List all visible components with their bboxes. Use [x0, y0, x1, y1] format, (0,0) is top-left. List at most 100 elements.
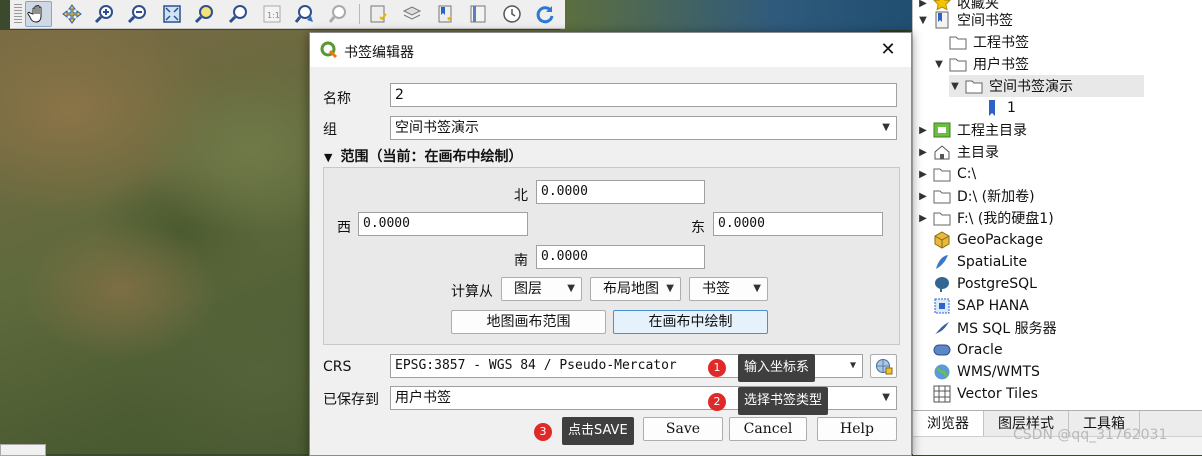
show-bookmarks-icon[interactable]	[398, 1, 425, 27]
tree-item-spatial-bookmarks[interactable]: ▼ 空间书签	[917, 9, 1013, 31]
north-label: 北	[514, 188, 528, 204]
north-field[interactable]: 0.0000	[536, 180, 705, 204]
collapse-arrow-icon[interactable]: ▶	[917, 191, 929, 202]
collapse-arrow-icon[interactable]: ▶	[917, 0, 929, 9]
bookmark-icon	[983, 99, 1001, 117]
geopackage-icon	[933, 231, 951, 249]
pan-hand-icon[interactable]	[24, 1, 52, 27]
zoom-full-icon[interactable]	[158, 1, 185, 27]
crs-value: EPSG:3857 - WGS 84 / Pseudo-Mercator	[395, 358, 677, 373]
refresh-icon[interactable]	[532, 1, 559, 27]
tree-item-drive-f[interactable]: ▶ F:\ (我的硬盘1)	[917, 207, 1054, 229]
zoom-last-icon[interactable]	[292, 1, 319, 27]
watermark: CSDN @qq_31762031	[1013, 427, 1168, 443]
collapse-arrow-icon[interactable]: ▶	[917, 169, 929, 180]
zoom-in-icon[interactable]	[91, 1, 118, 27]
tree-item-label: SAP HANA	[957, 298, 1029, 314]
tree-item-drive-d[interactable]: ▶ D:\ (新加卷)	[917, 185, 1034, 207]
tree-item-label: 主目录	[957, 145, 999, 161]
save-button[interactable]: Save	[643, 417, 723, 441]
tree-item-label: WMS/WMTS	[957, 364, 1040, 380]
tree-item-geopackage[interactable]: GeoPackage	[933, 229, 1043, 251]
chevron-down-icon: ▼	[666, 283, 674, 294]
status-bar-left	[0, 444, 46, 456]
map-canvas-top	[560, 0, 920, 34]
tree-item-label: 1	[1007, 100, 1016, 116]
mssql-icon	[933, 319, 951, 337]
annotation-note-1: 输入坐标系	[738, 354, 816, 382]
collapse-arrow-icon[interactable]: ▶	[917, 213, 929, 224]
calc-from-bookmark-button[interactable]: 书签 ▼	[689, 277, 768, 301]
help-button[interactable]: Help	[817, 417, 897, 441]
expand-arrow-icon[interactable]: ▼	[917, 15, 929, 26]
tree-item-drive-c[interactable]: ▶ C:\	[917, 163, 976, 185]
name-field[interactable]: 2	[390, 83, 897, 107]
temporal-controller-icon[interactable]	[498, 1, 525, 27]
cancel-button[interactable]: Cancel	[729, 417, 807, 441]
saved-to-label: 已保存到	[323, 392, 379, 408]
tree-item-bookmark-demo[interactable]: ▼ 空间书签演示	[949, 75, 1144, 97]
crs-selector-button[interactable]	[870, 354, 897, 378]
tree-item-vector-tiles[interactable]: Vector Tiles	[933, 383, 1038, 405]
wms-icon	[933, 363, 951, 381]
calc-from-layout-map-button[interactable]: 布局地图 ▼	[590, 277, 681, 301]
south-label: 南	[514, 253, 528, 269]
zoom-to-selection-icon[interactable]	[192, 1, 219, 27]
tree-item-postgresql[interactable]: PostgreSQL	[933, 273, 1037, 295]
tree-item-wms[interactable]: WMS/WMTS	[933, 361, 1040, 383]
collapse-arrow-icon[interactable]: ▶	[917, 125, 929, 136]
qgis-logo-icon	[320, 41, 338, 59]
tree-item-oracle[interactable]: Oracle	[933, 339, 1003, 361]
expand-arrow-icon[interactable]: ▼	[949, 81, 961, 92]
group-value: 空间书签演示	[395, 120, 479, 136]
south-field[interactable]: 0.0000	[536, 245, 705, 269]
tree-item-bookmark-1[interactable]: 1	[967, 97, 1016, 119]
tree-item-spatialite[interactable]: SpatiaLite	[933, 251, 1027, 273]
new-3d-map-icon[interactable]	[465, 1, 492, 27]
toolbar-separator	[358, 4, 360, 24]
group-combobox[interactable]: 空间书签演示 ▼	[390, 116, 897, 140]
tree-item-label: 空间书签	[957, 13, 1013, 29]
zoom-native-icon[interactable]: 1:1	[258, 1, 285, 27]
toolbar-grip[interactable]	[14, 4, 22, 24]
tab-browser[interactable]: 浏览器	[913, 411, 984, 437]
tree-item-sap-hana[interactable]: SAP HANA	[933, 295, 1029, 317]
collapse-arrow-icon[interactable]: ▶	[917, 147, 929, 158]
tree-item-home[interactable]: ▶ 主目录	[917, 141, 999, 163]
tree-item-label: PostgreSQL	[957, 276, 1037, 292]
draw-on-canvas-button[interactable]: 在画布中绘制	[613, 310, 768, 334]
calc-from-layer-button[interactable]: 图层 ▼	[501, 277, 582, 301]
spatialite-icon	[933, 253, 951, 271]
calc-from-label: 计算从	[451, 284, 493, 300]
tree-item-project-bookmarks[interactable]: 工程书签	[933, 31, 1029, 53]
tree-item-mssql[interactable]: MS SQL 服务器	[933, 317, 1057, 339]
tree-item-user-bookmarks[interactable]: ▼ 用户书签	[933, 53, 1029, 75]
drive-icon	[933, 187, 951, 205]
zoom-to-layer-icon[interactable]	[225, 1, 252, 27]
tree-item-label: 空间书签演示	[989, 79, 1073, 95]
chevron-down-icon: ▼	[567, 283, 575, 294]
expand-arrow-icon[interactable]: ▼	[933, 59, 945, 70]
east-field[interactable]: 0.0000	[713, 212, 883, 236]
drive-icon	[933, 165, 951, 183]
west-field[interactable]: 0.0000	[358, 212, 528, 236]
new-bookmark-icon[interactable]	[365, 1, 392, 27]
annotation-note-2: 选择书签类型	[738, 387, 829, 415]
east-label: 东	[691, 220, 705, 236]
pan-to-selection-icon[interactable]	[58, 1, 85, 27]
bookmark-folder-icon	[933, 11, 951, 29]
annotation-badge-3: 3	[534, 423, 552, 441]
tree-item-project-home[interactable]: ▶ 工程主目录	[917, 119, 1027, 141]
project-home-icon	[933, 121, 951, 139]
name-label: 名称	[323, 91, 351, 107]
zoom-out-icon[interactable]	[125, 1, 152, 27]
folder-icon	[949, 33, 967, 51]
map-canvas-extent-button[interactable]: 地图画布范围	[451, 310, 606, 334]
extent-section-header[interactable]: ▼ 范围（当前：在画布中绘制）	[324, 146, 522, 166]
dialog-titlebar[interactable]: 书签编辑器 ✕	[310, 33, 911, 67]
home-icon	[933, 143, 951, 161]
button-label: 图层	[514, 281, 542, 297]
new-map-view-icon[interactable]	[431, 1, 458, 27]
close-icon[interactable]: ✕	[876, 39, 900, 61]
zoom-next-icon[interactable]	[325, 1, 352, 27]
